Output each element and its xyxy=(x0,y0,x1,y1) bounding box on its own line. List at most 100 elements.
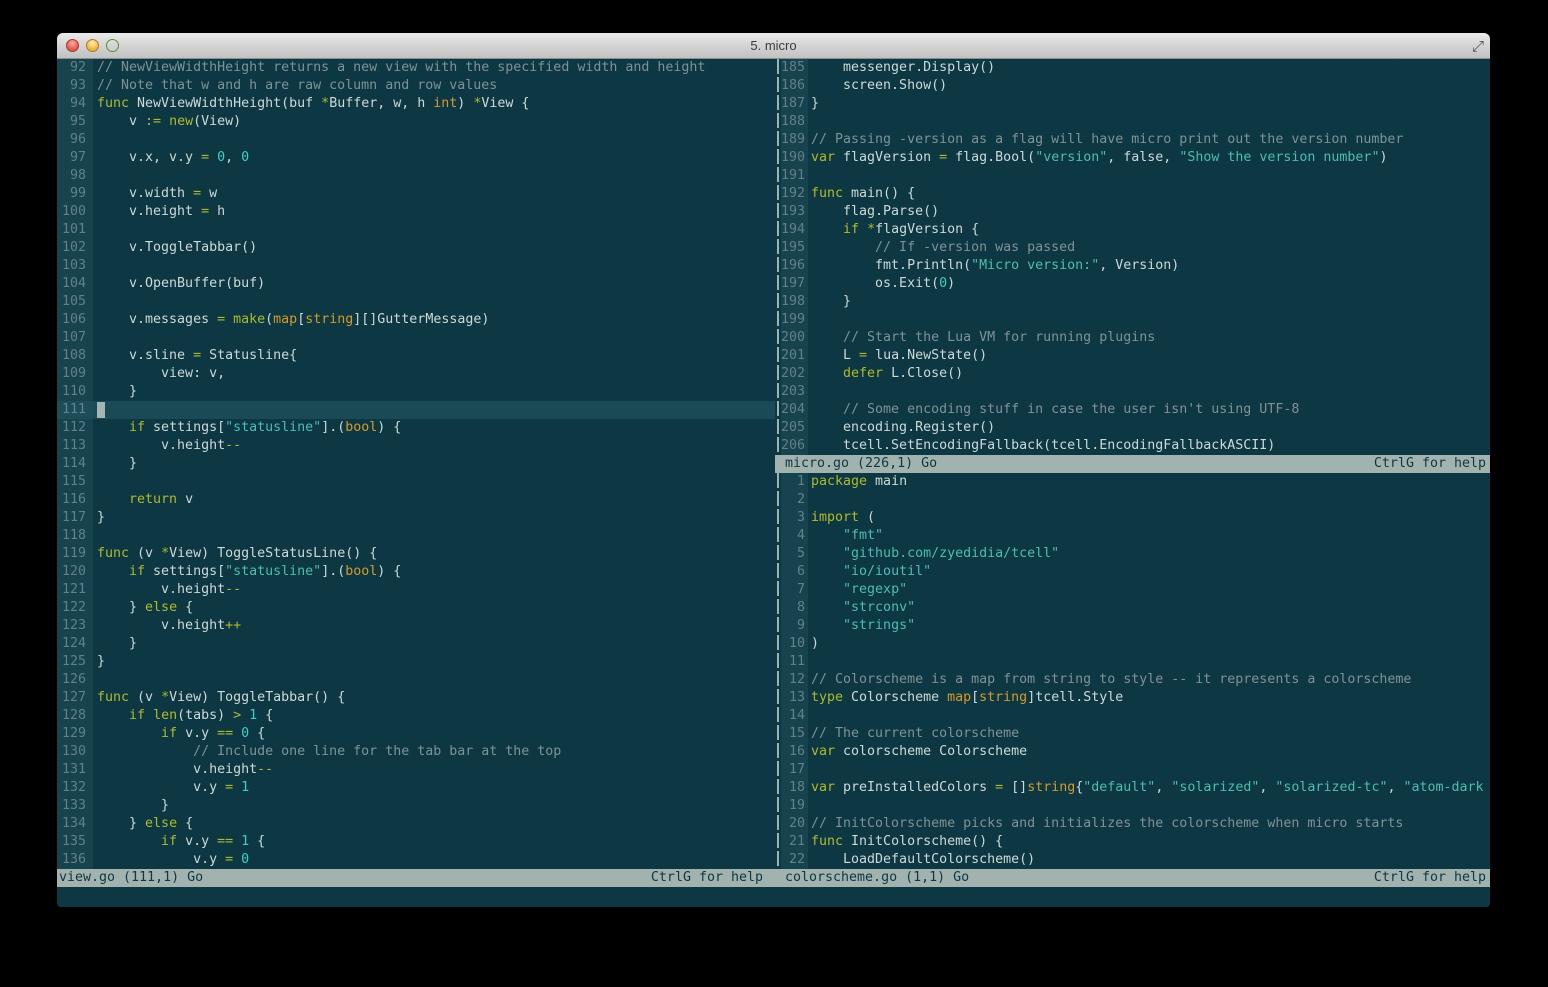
code-line[interactable]: 189// Passing -version as a flag will ha… xyxy=(775,131,1490,149)
code-line[interactable]: 200 // Start the Lua VM for running plug… xyxy=(775,329,1490,347)
code-line[interactable]: 99 v.width = w xyxy=(57,185,775,203)
resize-icon[interactable]: ⤢ xyxy=(1472,36,1484,56)
code-line[interactable]: 191 xyxy=(775,167,1490,185)
code-line[interactable]: 110 } xyxy=(57,383,775,401)
code-line[interactable]: 102 v.ToggleTabbar() xyxy=(57,239,775,257)
code-line[interactable]: 195 // If -version was passed xyxy=(775,239,1490,257)
code-line[interactable]: 199 xyxy=(775,311,1490,329)
code-line[interactable]: 105 xyxy=(57,293,775,311)
editor-pane-view-go[interactable]: 92// NewViewWidthHeight returns a new vi… xyxy=(57,59,775,869)
code-line[interactable]: 21func InitColorscheme() { xyxy=(775,833,1490,851)
code-line[interactable]: 103 xyxy=(57,257,775,275)
code-line[interactable]: 95 v := new(View) xyxy=(57,113,775,131)
code-line[interactable]: 9 "strings" xyxy=(775,617,1490,635)
code-line[interactable]: 111 xyxy=(57,401,775,419)
code-line[interactable]: 116 return v xyxy=(57,491,775,509)
code-line[interactable]: 12// Colorscheme is a map from string to… xyxy=(775,671,1490,689)
code-line[interactable]: 118 xyxy=(57,527,775,545)
code-line[interactable]: 17 xyxy=(775,761,1490,779)
code-line[interactable]: 109 view: v, xyxy=(57,365,775,383)
code-line[interactable]: 124 } xyxy=(57,635,775,653)
code-line[interactable]: 96 xyxy=(57,131,775,149)
code-line[interactable]: 186 screen.Show() xyxy=(775,77,1490,95)
code-line[interactable]: 6 "io/ioutil" xyxy=(775,563,1490,581)
code-line[interactable]: 127func (v *View) ToggleTabbar() { xyxy=(57,689,775,707)
code-line[interactable]: 14 xyxy=(775,707,1490,725)
code-line[interactable]: 197 os.Exit(0) xyxy=(775,275,1490,293)
code-line[interactable]: 112 if settings["statusline"].(bool) { xyxy=(57,419,775,437)
code-line[interactable]: 22 LoadDefaultColorscheme() xyxy=(775,851,1490,869)
code-line[interactable]: 121 v.height-- xyxy=(57,581,775,599)
code-line[interactable]: 7 "regexp" xyxy=(775,581,1490,599)
code-line[interactable]: 92// NewViewWidthHeight returns a new vi… xyxy=(57,59,775,77)
code-line[interactable]: 108 v.sline = Statusline{ xyxy=(57,347,775,365)
code-line[interactable]: 18var preInstalledColors = []string{"def… xyxy=(775,779,1490,797)
code-line[interactable]: 129 if v.y == 0 { xyxy=(57,725,775,743)
editor-pane-micro-go[interactable]: 185 messenger.Display()186 screen.Show()… xyxy=(775,59,1490,455)
code-line[interactable]: 11 xyxy=(775,653,1490,671)
code-line[interactable]: 119func (v *View) ToggleStatusLine() { xyxy=(57,545,775,563)
code-line[interactable]: 194 if *flagVersion { xyxy=(775,221,1490,239)
code-line[interactable]: 126 xyxy=(57,671,775,689)
code-line[interactable]: 125} xyxy=(57,653,775,671)
code-line[interactable]: 120 if settings["statusline"].(bool) { xyxy=(57,563,775,581)
code-line[interactable]: 131 v.height-- xyxy=(57,761,775,779)
code-line[interactable]: 123 v.height++ xyxy=(57,617,775,635)
code-line[interactable]: 10) xyxy=(775,635,1490,653)
code-line[interactable]: 16var colorscheme Colorscheme xyxy=(775,743,1490,761)
code-line[interactable]: 130 // Include one line for the tab bar … xyxy=(57,743,775,761)
line-number: 12 xyxy=(781,671,808,689)
code-line[interactable]: 117} xyxy=(57,509,775,527)
statusbar-file-info: view.go (111,1) Go xyxy=(59,869,203,887)
code-line[interactable]: 3import ( xyxy=(775,509,1490,527)
code-line[interactable]: 104 v.OpenBuffer(buf) xyxy=(57,275,775,293)
code-line[interactable]: 201 L = lua.NewState() xyxy=(775,347,1490,365)
code-line[interactable]: 128 if len(tabs) > 1 { xyxy=(57,707,775,725)
close-button[interactable] xyxy=(66,39,79,52)
titlebar[interactable]: 5. micro ⤢ xyxy=(57,33,1490,59)
code-line[interactable]: 13type Colorscheme map[string]tcell.Styl… xyxy=(775,689,1490,707)
code-line[interactable]: 5 "github.com/zyedidia/tcell" xyxy=(775,545,1490,563)
minimize-button[interactable] xyxy=(86,39,99,52)
code-line[interactable]: 132 v.y = 1 xyxy=(57,779,775,797)
code-line[interactable]: 187} xyxy=(775,95,1490,113)
code-line[interactable]: 93// Note that w and h are raw column an… xyxy=(57,77,775,95)
code-line[interactable]: 2 xyxy=(775,491,1490,509)
code-line[interactable]: 205 encoding.Register() xyxy=(775,419,1490,437)
code-line[interactable]: 185 messenger.Display() xyxy=(775,59,1490,77)
code-line[interactable]: 100 v.height = h xyxy=(57,203,775,221)
code-line[interactable]: 1package main xyxy=(775,473,1490,491)
code-line[interactable]: 188 xyxy=(775,113,1490,131)
code-line[interactable]: 196 fmt.Println("Micro version:", Versio… xyxy=(775,257,1490,275)
code-line[interactable]: 107 xyxy=(57,329,775,347)
code-line[interactable]: 98 xyxy=(57,167,775,185)
code-line[interactable]: 203 xyxy=(775,383,1490,401)
code-line[interactable]: 122 } else { xyxy=(57,599,775,617)
code-line[interactable]: 4 "fmt" xyxy=(775,527,1490,545)
code-line[interactable]: 134 } else { xyxy=(57,815,775,833)
code-line[interactable]: 198 } xyxy=(775,293,1490,311)
code-line[interactable]: 15// The current colorscheme xyxy=(775,725,1490,743)
code-line[interactable]: 101 xyxy=(57,221,775,239)
code-line[interactable]: 193 flag.Parse() xyxy=(775,203,1490,221)
code-line[interactable]: 202 defer L.Close() xyxy=(775,365,1490,383)
maximize-button[interactable] xyxy=(106,39,119,52)
code-line[interactable]: 190var flagVersion = flag.Bool("version"… xyxy=(775,149,1490,167)
editor-pane-colorscheme-go[interactable]: 1package main23import (4 "fmt"5 "github.… xyxy=(775,473,1490,869)
code-line[interactable]: 192func main() { xyxy=(775,185,1490,203)
code-line[interactable]: 133 } xyxy=(57,797,775,815)
code-line[interactable]: 136 v.y = 0 xyxy=(57,851,775,869)
code-line[interactable]: 19 xyxy=(775,797,1490,815)
code-line[interactable]: 20// InitColorscheme picks and initializ… xyxy=(775,815,1490,833)
code-line[interactable]: 106 v.messages = make(map[string][]Gutte… xyxy=(57,311,775,329)
code-line[interactable]: 115 xyxy=(57,473,775,491)
code-line[interactable]: 114 } xyxy=(57,455,775,473)
code-line[interactable]: 135 if v.y == 1 { xyxy=(57,833,775,851)
code-line[interactable]: 97 v.x, v.y = 0, 0 xyxy=(57,149,775,167)
code-line[interactable]: 94func NewViewWidthHeight(buf *Buffer, w… xyxy=(57,95,775,113)
code-line[interactable]: 8 "strconv" xyxy=(775,599,1490,617)
code-line[interactable]: 113 v.height-- xyxy=(57,437,775,455)
line-number: 117 xyxy=(57,509,93,527)
code-line[interactable]: 206 tcell.SetEncodingFallback(tcell.Enco… xyxy=(775,437,1490,455)
code-line[interactable]: 204 // Some encoding stuff in case the u… xyxy=(775,401,1490,419)
